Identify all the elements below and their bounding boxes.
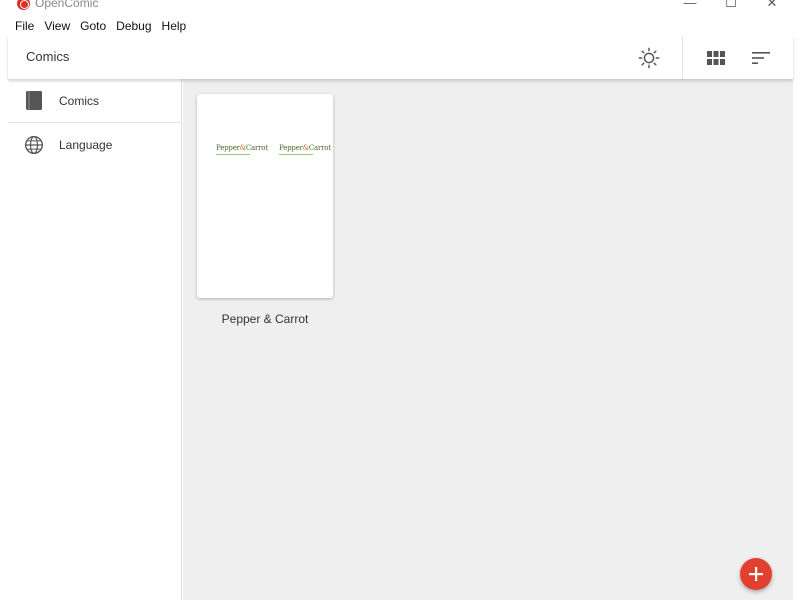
cover-logo-underline <box>279 154 313 155</box>
brightness-icon <box>638 47 660 69</box>
header-divider <box>682 36 683 79</box>
comic-cover-logo: Pepper&Carrot <box>216 144 268 152</box>
app-header: Comics <box>8 36 793 79</box>
library-content: Pepper&Carrot Pepper&Carrot Pepper & Car… <box>183 79 793 600</box>
comic-card[interactable]: Pepper&Carrot Pepper&Carrot <box>197 94 333 298</box>
menu-file[interactable]: File <box>14 19 35 33</box>
window-border-left <box>0 0 8 600</box>
sort-button[interactable] <box>747 44 775 72</box>
sidebar-item-comics[interactable]: Comics <box>8 79 181 123</box>
comic-cover-logo: Pepper&Carrot <box>279 144 331 152</box>
sidebar-item-language[interactable]: Language <box>8 123 181 167</box>
grid-view-icon <box>707 51 725 65</box>
window-border-right <box>793 0 800 600</box>
minimize-button[interactable]: — <box>675 0 705 10</box>
sidebar-item-label: Language <box>59 138 113 152</box>
theme-toggle-button[interactable] <box>635 44 663 72</box>
comic-title[interactable]: Pepper & Carrot <box>197 312 333 326</box>
add-comic-button[interactable] <box>740 558 772 590</box>
grid-view-button[interactable] <box>702 44 730 72</box>
window-title: OpenComic <box>35 0 99 10</box>
close-button[interactable]: ✕ <box>757 0 787 10</box>
menu-view[interactable]: View <box>43 19 71 33</box>
sidebar: Comics Language <box>8 79 182 600</box>
sidebar-item-label: Comics <box>59 93 100 108</box>
menu-help[interactable]: Help <box>161 19 188 33</box>
cover-logo-underline <box>216 154 250 155</box>
menu-goto[interactable]: Goto <box>79 19 107 33</box>
menu-debug[interactable]: Debug <box>115 19 152 33</box>
page-title: Comics <box>26 49 70 64</box>
book-icon <box>23 90 45 112</box>
globe-icon <box>23 134 45 156</box>
sort-icon <box>752 52 770 64</box>
app-logo-icon <box>17 0 30 10</box>
maximize-button[interactable]: ☐ <box>716 0 746 10</box>
title-bar: OpenComic — ☐ ✕ <box>0 0 800 15</box>
add-icon <box>749 567 763 581</box>
menu-bar: File View Goto Debug Help <box>8 16 793 36</box>
